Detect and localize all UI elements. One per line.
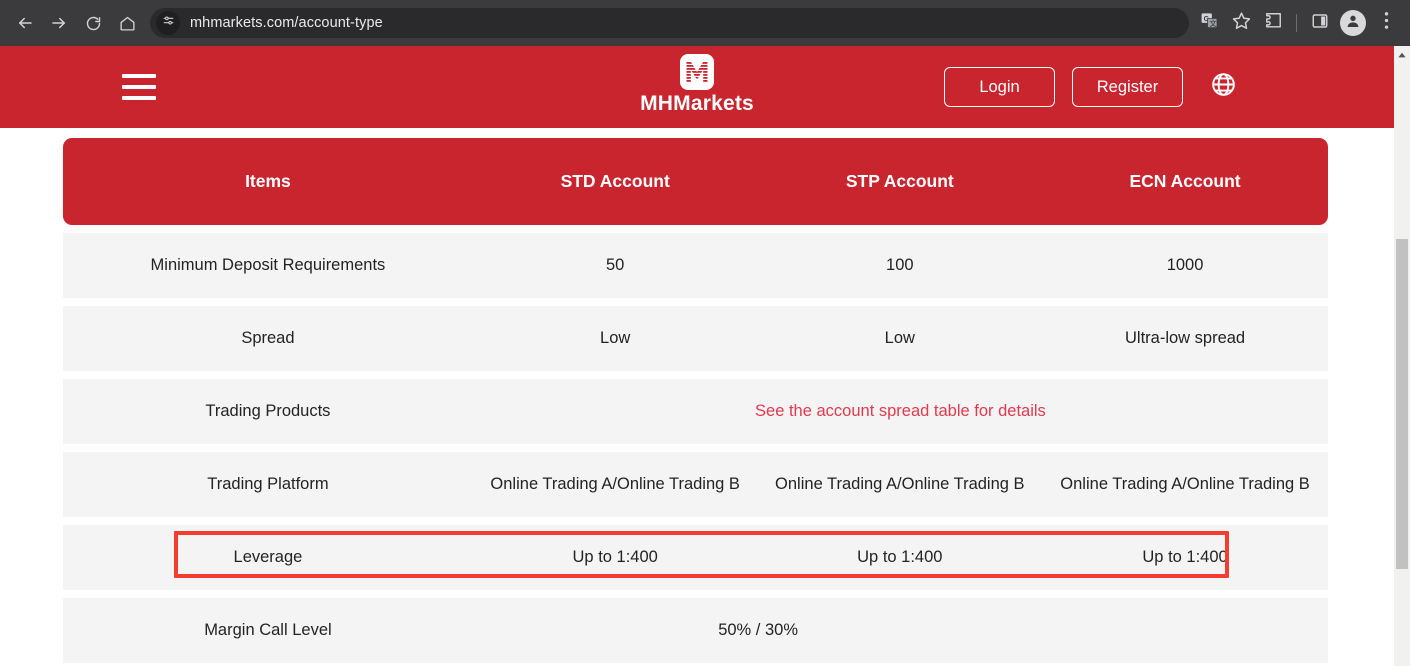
row-value-ecn: 1000 (1166, 256, 1204, 274)
login-button[interactable]: Login (944, 67, 1055, 107)
row-label: Leverage (233, 548, 303, 566)
reload-icon (85, 15, 102, 32)
row-value-stp: 100 (886, 256, 914, 274)
address-bar[interactable]: mhmarkets.com/account-type (150, 8, 1189, 38)
hamburger-menu-icon[interactable] (122, 74, 156, 100)
row-label: Minimum Deposit Requirements (150, 256, 386, 274)
row-value-stp: Up to 1:400 (857, 548, 943, 566)
row-value-merged: 50% / 30% (718, 621, 799, 639)
three-dot-menu-icon (1384, 11, 1389, 35)
browser-toolbar: mhmarkets.com/account-type G 文 (0, 0, 1410, 46)
row-value-std: Low (600, 329, 631, 347)
column-header-ecn-account: ECN Account (1129, 171, 1241, 191)
table-row: Minimum Deposit Requirements 50 100 1000 (63, 233, 1328, 298)
table-header-row: Items STD Account STP Account ECN Accoun… (63, 138, 1328, 225)
register-button[interactable]: Register (1072, 67, 1183, 107)
table-row: Trading Platform Online Trading A/Online… (63, 452, 1328, 517)
spread-table-link[interactable]: See the account spread table for details (473, 402, 1328, 421)
home-icon (119, 15, 136, 32)
site-settings-button[interactable] (156, 11, 180, 35)
scroll-up-arrow-icon (1398, 46, 1406, 63)
side-panel-button[interactable] (1304, 7, 1336, 39)
web-page: MHMarkets Login Register Items STD Accou… (0, 46, 1394, 666)
table-row: Trading Products See the account spread … (63, 379, 1328, 444)
column-header-items: Items (245, 171, 291, 191)
home-button[interactable] (110, 6, 144, 40)
scroll-up-button[interactable] (1394, 46, 1410, 62)
profile-avatar-icon (1345, 13, 1361, 34)
side-panel-icon (1311, 12, 1329, 35)
header-actions: Login Register (944, 67, 1370, 107)
translate-icon: G 文 (1200, 11, 1219, 35)
row-value-std: Online Trading A/Online Trading B (490, 475, 740, 493)
table-row: Margin Call Level 50% / 30% (63, 598, 1328, 663)
extensions-button[interactable] (1257, 7, 1289, 39)
table-row-leverage: Leverage Up to 1:400 Up to 1:400 Up to 1… (63, 525, 1328, 590)
page-viewport: MHMarkets Login Register Items STD Accou… (0, 46, 1410, 666)
language-switcher-button[interactable] (1208, 72, 1238, 102)
account-comparison-table: Items STD Account STP Account ECN Accoun… (63, 138, 1328, 663)
mhmarkets-m-logo-icon (680, 54, 714, 90)
column-header-stp-account: STP Account (845, 171, 954, 191)
bookmark-star-icon (1232, 11, 1251, 35)
toolbar-divider (1296, 14, 1297, 32)
row-value-std: 50 (605, 256, 625, 274)
row-value-ecn: Ultra-low spread (1124, 329, 1246, 347)
row-value-stp: Low (884, 329, 915, 347)
translate-button[interactable]: G 文 (1193, 7, 1225, 39)
row-label: Trading Platform (207, 475, 329, 493)
browser-action-icons: G 文 (1193, 7, 1402, 39)
row-label: Margin Call Level (204, 621, 332, 639)
reload-button[interactable] (76, 6, 110, 40)
scrollbar-thumb[interactable] (1396, 239, 1408, 569)
site-settings-icon (162, 14, 175, 32)
row-value-ecn: Online Trading A/Online Trading B (1060, 475, 1310, 493)
table-row: Spread Low Low Ultra-low spread (63, 306, 1328, 371)
forward-button[interactable] (42, 6, 76, 40)
address-bar-url: mhmarkets.com/account-type (190, 15, 383, 31)
globe-icon (1210, 71, 1237, 103)
row-label: Spread (241, 329, 295, 347)
row-value-std: Up to 1:400 (572, 548, 658, 566)
row-value-stp: Online Trading A/Online Trading B (775, 475, 1025, 493)
extensions-puzzle-icon (1264, 11, 1283, 35)
site-header: MHMarkets Login Register (0, 46, 1394, 128)
chrome-menu-button[interactable] (1370, 7, 1402, 39)
profile-button[interactable] (1340, 10, 1366, 36)
row-label: Trading Products (205, 402, 331, 420)
forward-arrow-icon (50, 14, 68, 32)
brand-name: MHMarkets (640, 92, 754, 115)
bookmark-button[interactable] (1225, 7, 1257, 39)
page-scrollbar[interactable] (1394, 46, 1410, 666)
svg-text:文: 文 (1209, 19, 1216, 28)
column-header-std-account: STD Account (560, 171, 670, 191)
back-arrow-icon (16, 14, 34, 32)
back-button[interactable] (8, 6, 42, 40)
row-value-ecn: Up to 1:400 (1142, 548, 1228, 566)
